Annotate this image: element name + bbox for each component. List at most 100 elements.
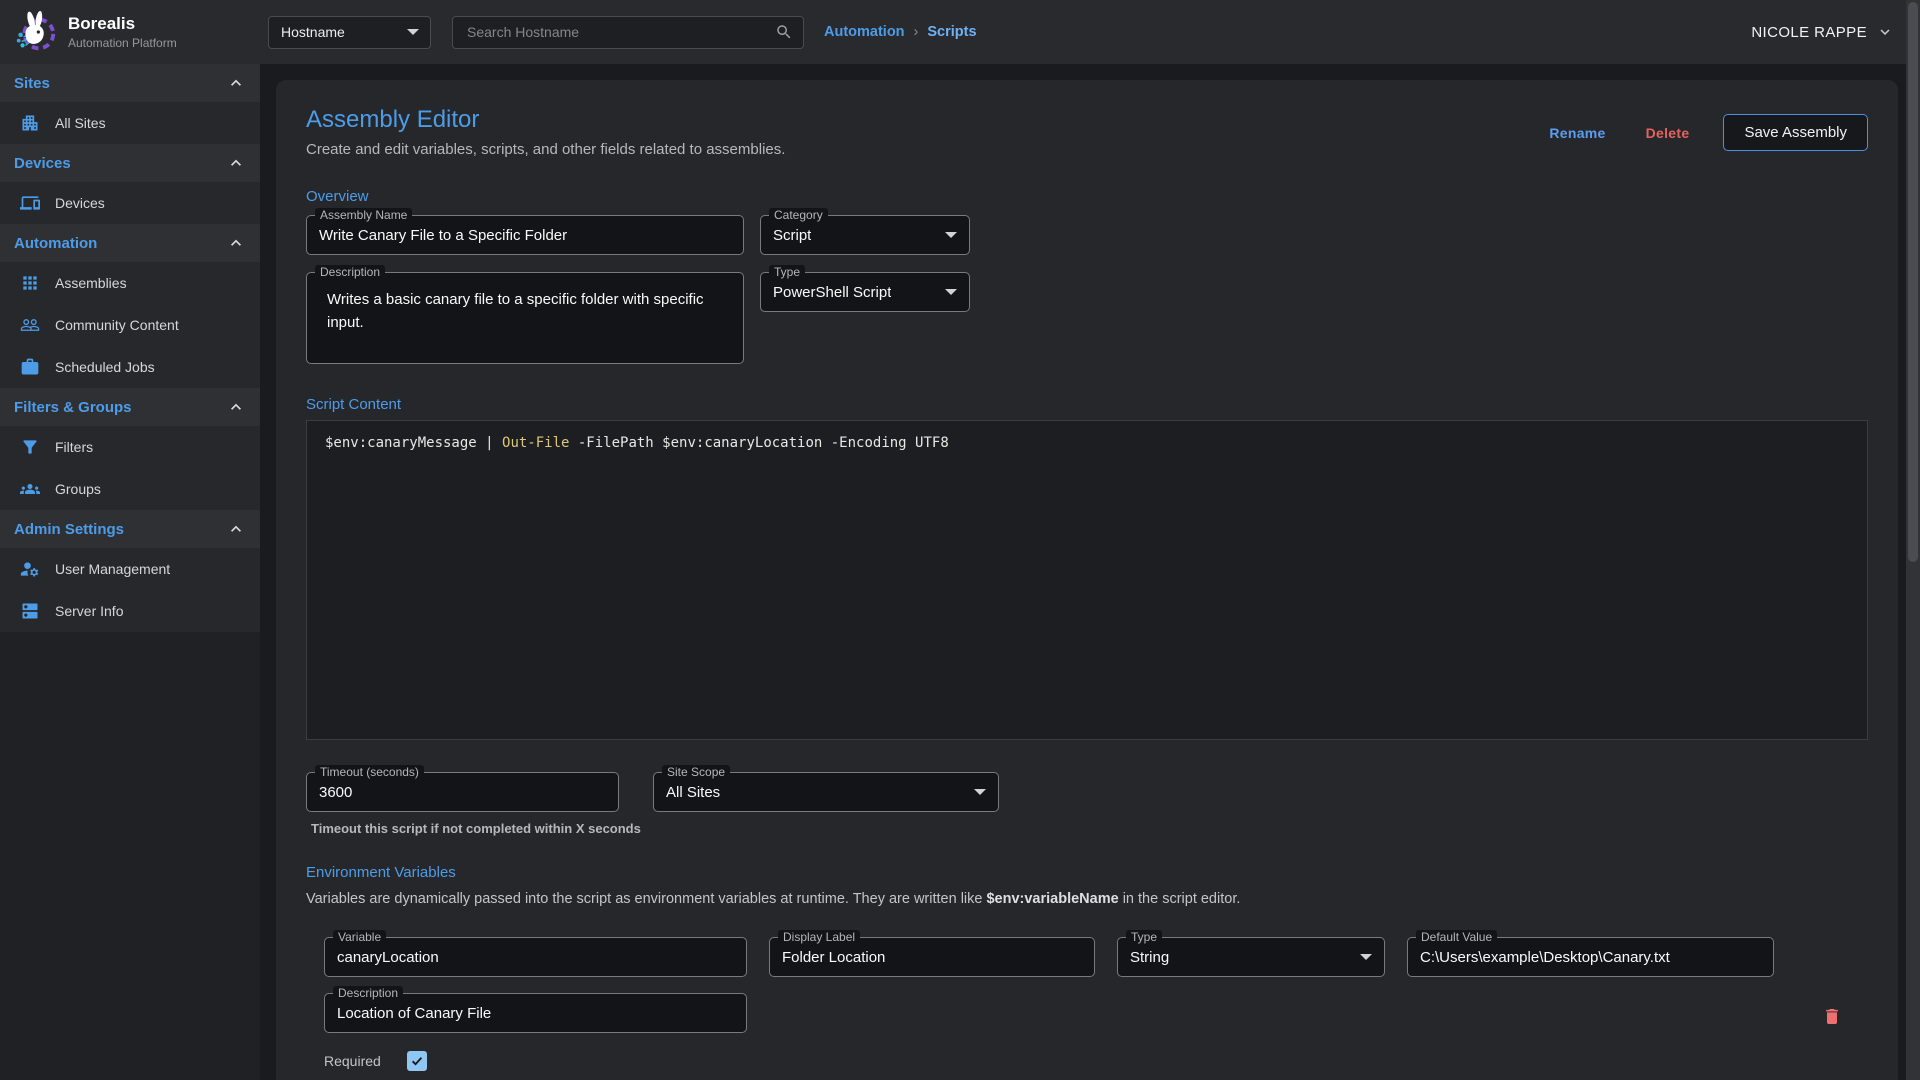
display-label-value: Folder Location	[782, 949, 885, 966]
delete-button[interactable]: Delete	[1630, 117, 1706, 149]
default-value-value: C:\Users\example\Desktop\Canary.txt	[1420, 949, 1670, 966]
display-label-field[interactable]: Display Label Folder Location	[769, 937, 1095, 977]
brand-name: Borealis	[68, 14, 177, 34]
variable-name-label: Variable	[333, 930, 386, 945]
chevron-up-icon	[226, 153, 246, 173]
section-label: Filters & Groups	[14, 399, 132, 416]
delete-variable-button[interactable]	[1818, 1001, 1846, 1035]
filter-funnel-icon	[20, 437, 40, 457]
search-input[interactable]	[465, 23, 775, 41]
script-code-editor[interactable]: $env:canaryMessage | Out-File -FilePath …	[306, 420, 1868, 740]
env-variable-row: Variable canaryLocation Display Label Fo…	[324, 937, 1868, 1071]
sidebar-section-filters-groups[interactable]: Filters & Groups	[0, 388, 260, 426]
main-column: Hostname Automation › Scripts NICOLE RAP…	[260, 0, 1920, 1080]
assembly-name-value: Write Canary File to a Specific Folder	[319, 227, 567, 244]
brand-subtitle: Automation Platform	[68, 36, 177, 50]
sidebar-item-devices[interactable]: Devices	[0, 182, 260, 224]
sidebar-item-label: Scheduled Jobs	[55, 359, 155, 375]
topbar: Hostname Automation › Scripts NICOLE RAP…	[260, 0, 1920, 64]
variable-description-field[interactable]: Description Location of Canary File	[324, 993, 747, 1033]
timeout-group: Timeout (seconds) 3600	[306, 772, 619, 812]
required-checkbox[interactable]	[407, 1051, 427, 1071]
env-vars-description: Variables are dynamically passed into th…	[306, 891, 1868, 907]
variable-name-value: canaryLocation	[337, 949, 439, 966]
app-root: Borealis Automation Platform Sites All S…	[0, 0, 1920, 1080]
assembly-name-field[interactable]: Assembly Name Write Canary File to a Spe…	[306, 215, 744, 255]
sidebar-item-server-info[interactable]: Server Info	[0, 590, 260, 632]
brand-header: Borealis Automation Platform	[0, 0, 260, 64]
sidebar-section-admin-settings[interactable]: Admin Settings	[0, 510, 260, 548]
env-vars-section-label: Environment Variables	[306, 864, 1868, 881]
user-gear-icon	[20, 559, 40, 579]
chevron-up-icon	[226, 397, 246, 417]
required-label: Required	[324, 1053, 381, 1069]
devices-icon	[20, 193, 40, 213]
variable-name-field[interactable]: Variable canaryLocation	[324, 937, 747, 977]
sidebar-item-label: Groups	[55, 481, 101, 497]
chevron-up-icon	[226, 233, 246, 253]
borealis-rabbit-logo-icon	[12, 9, 58, 55]
script-content-section-label: Script Content	[306, 396, 1868, 413]
category-label: Category	[769, 208, 828, 223]
site-scope-value: All Sites	[666, 784, 720, 801]
sidebar-item-user-management[interactable]: User Management	[0, 548, 260, 590]
assembly-name-label: Assembly Name	[315, 208, 412, 223]
scrollbar-thumb[interactable]	[1908, 2, 1918, 562]
breadcrumb-scripts[interactable]: Scripts	[927, 24, 976, 40]
page-scrollbar[interactable]	[1906, 0, 1920, 1080]
variable-type-label: Type	[1126, 930, 1162, 945]
sidebar-item-label: Assemblies	[55, 275, 127, 291]
default-value-field[interactable]: Default Value C:\Users\example\Desktop\C…	[1407, 937, 1774, 977]
timeout-label: Timeout (seconds)	[315, 765, 424, 780]
timeout-field[interactable]: Timeout (seconds) 3600	[306, 772, 619, 812]
code-keyword: Out-File	[502, 435, 569, 451]
save-assembly-button[interactable]: Save Assembly	[1723, 114, 1868, 151]
user-menu[interactable]: NICOLE RAPPE	[1751, 23, 1894, 41]
section-label: Admin Settings	[14, 521, 124, 538]
page-title: Assembly Editor	[306, 106, 785, 134]
category-value: Script	[773, 227, 811, 244]
apps-grid-icon	[20, 273, 40, 293]
hostname-select[interactable]: Hostname	[268, 16, 431, 49]
breadcrumb-separator: ›	[914, 24, 919, 40]
section-label: Devices	[14, 155, 71, 172]
chevron-down-icon	[407, 29, 419, 35]
type-select[interactable]: Type PowerShell Script	[760, 272, 970, 312]
overview-section-label: Overview	[306, 188, 1868, 205]
sidebar-section-automation[interactable]: Automation	[0, 224, 260, 262]
groups-icon	[20, 479, 40, 499]
category-select[interactable]: Category Script	[760, 215, 970, 255]
type-label: Type	[769, 265, 805, 280]
breadcrumb-automation[interactable]: Automation	[824, 24, 905, 40]
sidebar-section-devices[interactable]: Devices	[0, 144, 260, 182]
sidebar-section-sites[interactable]: Sites	[0, 64, 260, 102]
trash-icon	[1822, 1005, 1842, 1028]
sidebar-item-scheduled-jobs[interactable]: Scheduled Jobs	[0, 346, 260, 388]
sidebar-item-label: Filters	[55, 439, 93, 455]
sidebar-item-all-sites[interactable]: All Sites	[0, 102, 260, 144]
description-field[interactable]: Description Writes a basic canary file t…	[306, 272, 744, 364]
env-var-syntax: $env:variableName	[986, 891, 1118, 907]
assembly-editor-card: Assembly Editor Create and edit variable…	[276, 80, 1898, 1080]
code-text: $env:canaryMessage |	[325, 435, 502, 451]
chevron-down-icon	[1876, 23, 1894, 41]
sidebar-item-filters[interactable]: Filters	[0, 426, 260, 468]
variable-type-select[interactable]: Type String	[1117, 937, 1385, 977]
variable-description-value: Location of Canary File	[337, 1005, 491, 1022]
sidebar-item-assemblies[interactable]: Assemblies	[0, 262, 260, 304]
sidebar-item-groups[interactable]: Groups	[0, 468, 260, 510]
card-title-block: Assembly Editor Create and edit variable…	[306, 106, 785, 158]
chevron-down-icon	[945, 232, 957, 238]
sidebar-item-community-content[interactable]: Community Content	[0, 304, 260, 346]
site-scope-select[interactable]: Site Scope All Sites	[653, 772, 999, 812]
sidebar-nav: Sites All Sites Devices Devices Automati…	[0, 64, 260, 632]
section-label: Sites	[14, 75, 50, 92]
rename-button[interactable]: Rename	[1533, 117, 1621, 149]
site-scope-label: Site Scope	[662, 765, 730, 780]
sidebar-item-label: All Sites	[55, 115, 106, 131]
hostname-select-value: Hostname	[281, 24, 345, 40]
card-header: Assembly Editor Create and edit variable…	[306, 106, 1868, 158]
hostname-search	[452, 16, 804, 49]
search-icon	[775, 23, 793, 41]
timeout-value: 3600	[319, 784, 352, 801]
